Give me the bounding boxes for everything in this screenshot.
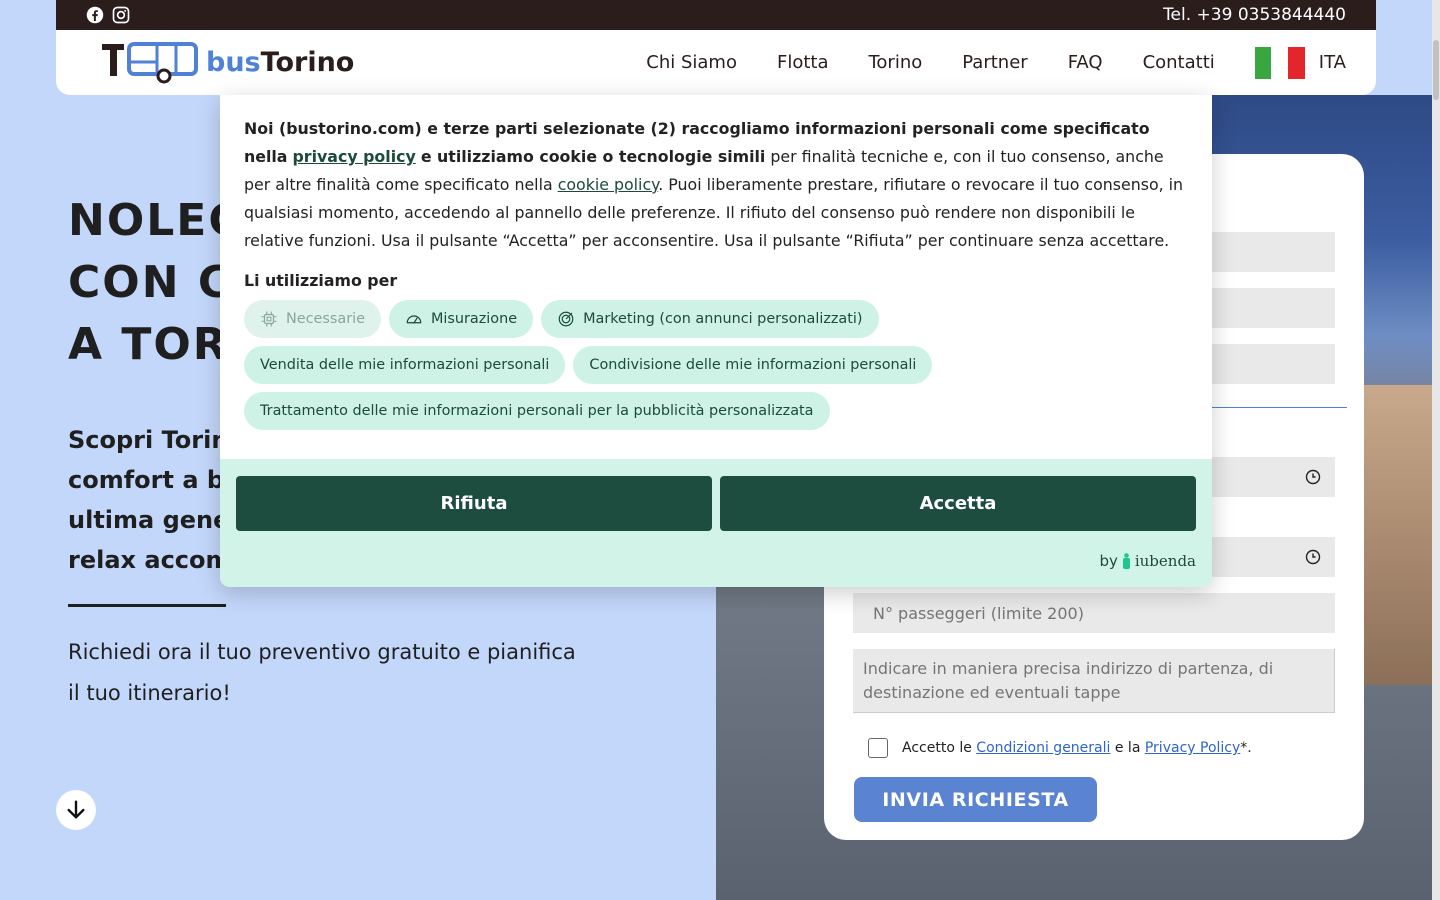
submit-button[interactable]: INVIA RICHIESTA <box>854 777 1097 822</box>
cookie-buttons: Rifiuta Accetta <box>236 476 1196 531</box>
hero-divider <box>68 604 226 607</box>
cookie-notice-text: Noi (bustorino.com) e terze parti selezi… <box>244 119 1184 250</box>
consent-text: Accetto le Condizioni generali e la Priv… <box>902 740 1252 756</box>
accept-button[interactable]: Accetta <box>720 476 1196 531</box>
bus-logo-icon <box>102 41 198 83</box>
nav-partner[interactable]: Partner <box>962 52 1027 73</box>
cookie-purposes: Necessarie Misurazione Marketing (con an… <box>244 300 944 430</box>
chip-measurement[interactable]: Misurazione <box>388 300 534 338</box>
target-icon <box>558 311 574 327</box>
hero-cta-text: Richiedi ora il tuo preventivo gratuito … <box>68 632 608 714</box>
nav-faq[interactable]: FAQ <box>1068 52 1103 73</box>
iubenda-credit[interactable]: by iubenda <box>1099 552 1196 570</box>
hero-cta-line: il tuo itinerario! <box>68 681 231 705</box>
site-header: busTorino Chi Siamo Flotta Torino Partne… <box>56 30 1376 95</box>
page-scrollbar[interactable] <box>1432 0 1440 900</box>
privacy-link[interactable]: Privacy Policy <box>1145 740 1240 756</box>
consent-row: Accetto le Condizioni generali e la Priv… <box>868 738 1252 758</box>
passengers-input[interactable] <box>853 593 1335 633</box>
reject-button[interactable]: Rifiuta <box>236 476 712 531</box>
iubenda-icon <box>1122 553 1130 569</box>
cookie-footer: Rifiuta Accetta by iubenda <box>220 459 1212 587</box>
clock-icon[interactable] <box>1305 549 1321 565</box>
cookie-consent-dialog: Noi (bustorino.com) e terze parti selezi… <box>220 95 1212 587</box>
chip-sale[interactable]: Vendita delle mie informazioni personali <box>244 346 566 384</box>
italy-flag-icon <box>1254 46 1305 79</box>
facebook-icon[interactable] <box>86 6 104 24</box>
chip-necessary: Necessarie <box>244 300 381 338</box>
nav-torino[interactable]: Torino <box>868 52 922 73</box>
language-selector[interactable]: ITA <box>1254 46 1346 79</box>
consent-checkbox[interactable] <box>868 738 888 758</box>
route-textarea[interactable] <box>853 649 1335 713</box>
site-logo[interactable]: busTorino <box>102 41 355 84</box>
cookie-privacy-link[interactable]: privacy policy <box>292 147 415 166</box>
chip-sharing[interactable]: Condivisione delle mie informazioni pers… <box>573 346 933 384</box>
brand-name: busTorino <box>206 47 355 78</box>
nav-contatti[interactable]: Contatti <box>1143 52 1215 73</box>
instagram-icon[interactable] <box>112 6 130 24</box>
by-label: by <box>1099 552 1118 570</box>
main-nav: Chi Siamo Flotta Torino Partner FAQ Cont… <box>646 46 1346 79</box>
cookie-policy-link[interactable]: cookie policy <box>558 175 659 194</box>
scroll-down-button[interactable] <box>56 790 96 830</box>
iubenda-label: iubenda <box>1134 552 1196 570</box>
language-label: ITA <box>1318 52 1346 73</box>
chip-processing[interactable]: Trattamento delle mie informazioni perso… <box>244 392 830 430</box>
terms-link[interactable]: Condizioni generali <box>976 740 1110 756</box>
hero-cta-line: Richiedi ora il tuo preventivo gratuito … <box>68 640 576 664</box>
gauge-icon <box>406 315 422 324</box>
nav-chi-siamo[interactable]: Chi Siamo <box>646 52 737 73</box>
top-bar: Tel. +39 0353844440 <box>56 0 1376 30</box>
clock-icon[interactable] <box>1305 469 1321 485</box>
chip-marketing[interactable]: Marketing (con annunci personalizzati) <box>541 300 879 338</box>
cookie-purposes-heading: Li utilizziamo per <box>244 271 398 290</box>
chip-cpu-icon <box>261 311 277 327</box>
scrollbar-thumb[interactable] <box>1433 40 1439 100</box>
social-links <box>86 6 130 24</box>
arrow-down-icon <box>67 800 85 819</box>
nav-flotta[interactable]: Flotta <box>777 52 829 73</box>
phone-number[interactable]: Tel. +39 0353844440 <box>1163 5 1346 25</box>
